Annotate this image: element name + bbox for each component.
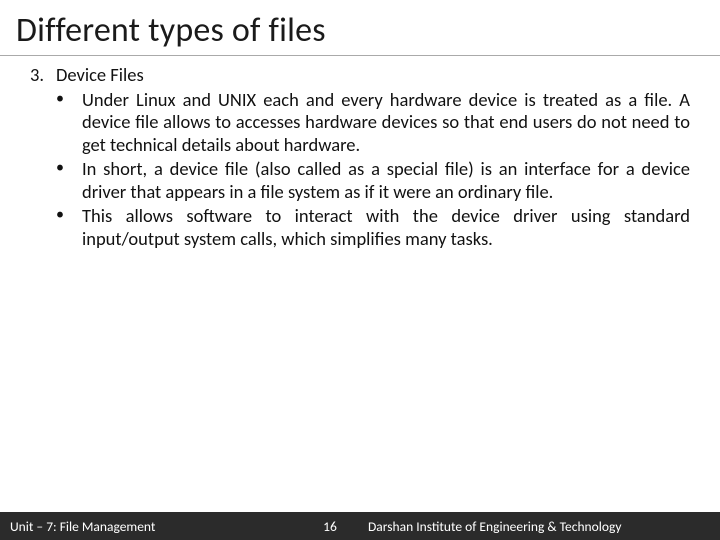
slide: Different types of files 3. Device Files… [0,0,720,540]
bullet-icon: • [56,89,82,157]
footer-institute: Darshan Institute of Engineering & Techn… [360,518,720,535]
footer-unit: Unit – 7: File Management [0,518,300,535]
bullet-icon: • [56,205,82,250]
page-title: Different types of files [16,10,704,51]
bullet-text: This allows software to interact with th… [82,205,690,250]
bullet-text: In short, a device file (also called as … [82,158,690,203]
bullet-list: • Under Linux and UNIX each and every ha… [56,89,690,251]
bullet-icon: • [56,158,82,203]
numbered-item: 3. Device Files [30,64,690,87]
slide-body: 3. Device Files • Under Linux and UNIX e… [0,56,720,540]
list-item: • Under Linux and UNIX each and every ha… [56,89,690,157]
list-number: 3. [30,64,56,87]
bullet-text: Under Linux and UNIX each and every hard… [82,89,690,157]
list-item: • In short, a device file (also called a… [56,158,690,203]
footer-page-number: 16 [300,518,360,535]
list-item: • This allows software to interact with … [56,205,690,250]
title-bar: Different types of files [0,0,720,56]
list-heading: Device Files [56,64,690,87]
footer-bar: Unit – 7: File Management 16 Darshan Ins… [0,512,720,540]
